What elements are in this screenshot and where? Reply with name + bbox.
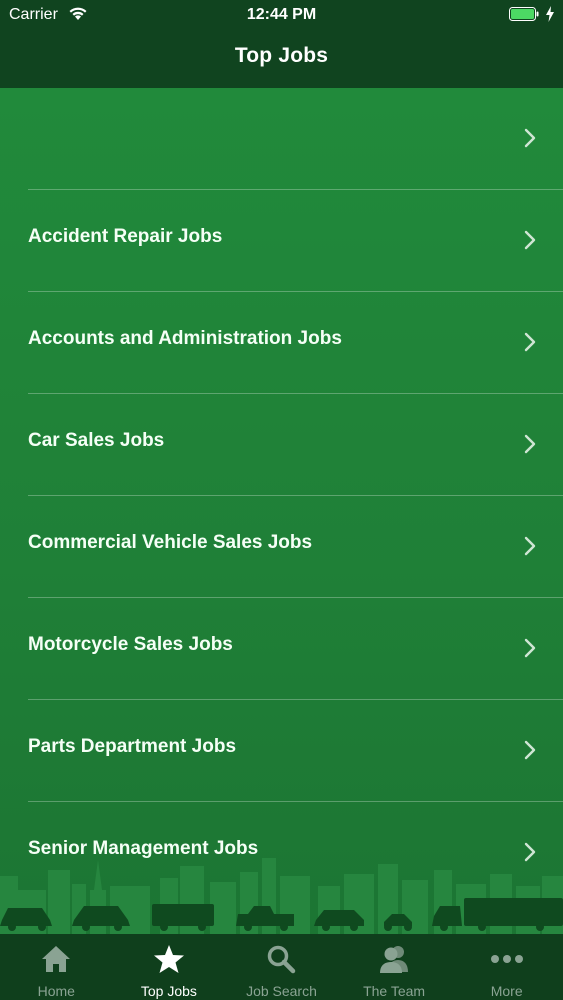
- list-item-motorcycle-sales[interactable]: Motorcycle Sales Jobs: [0, 598, 563, 700]
- list-item-accounts-administration[interactable]: Accounts and Administration Jobs: [0, 292, 563, 394]
- list-item-label: Parts Department Jobs: [28, 736, 237, 757]
- list-item-label: Senior Management Jobs: [28, 838, 259, 859]
- people-icon: [380, 946, 409, 973]
- tab-label: The Team: [363, 983, 426, 999]
- list-item-parts-department[interactable]: Parts Department Jobs: [0, 700, 563, 802]
- list-item-accident-repair[interactable]: Accident Repair Jobs: [0, 190, 563, 292]
- list-item-car-sales[interactable]: Car Sales Jobs: [0, 394, 563, 496]
- tab-label: More: [490, 983, 523, 999]
- list-item-label: Commercial Vehicle Sales Jobs: [28, 532, 313, 553]
- chevron-right-icon: [524, 230, 536, 250]
- home-icon: [42, 946, 71, 972]
- chevron-right-icon: [524, 434, 536, 454]
- chevron-right-icon: [524, 332, 536, 352]
- tab-label: Top Jobs: [140, 983, 197, 999]
- tab-home[interactable]: Home: [0, 934, 113, 1000]
- tab-more[interactable]: More: [450, 934, 563, 1000]
- chevron-right-icon: [524, 842, 536, 862]
- search-icon: [268, 945, 296, 974]
- tab-label: Home: [37, 983, 75, 999]
- list-item-senior-management[interactable]: Senior Management Jobs: [0, 802, 563, 904]
- chevron-right-icon: [524, 128, 536, 148]
- chevron-right-icon: [524, 638, 536, 658]
- tab-the-team[interactable]: The Team: [338, 934, 451, 1000]
- navigation-bar: Carrier 12:44 PM Top Jobs: [0, 0, 563, 88]
- list-item-label: Accident Repair Jobs: [28, 226, 223, 247]
- tab-bar: Home Top Jobs Job Search The Team More: [0, 934, 563, 1000]
- page-title: Top Jobs: [234, 44, 329, 67]
- tab-job-search[interactable]: Job Search: [225, 934, 338, 1000]
- status-time: 12:44 PM: [246, 6, 317, 23]
- chevron-right-icon: [524, 740, 536, 760]
- charging-icon: [546, 6, 554, 22]
- list-item-label: Car Sales Jobs: [28, 430, 165, 451]
- list-item-label: Motorcycle Sales Jobs: [28, 634, 233, 655]
- list-item-label: Accounts and Administration Jobs: [28, 328, 342, 349]
- chevron-right-icon: [524, 536, 536, 556]
- status-bar: Carrier 12:44 PM: [0, 0, 563, 30]
- battery-icon: [509, 7, 539, 21]
- list-item-commercial-vehicle-sales[interactable]: Commercial Vehicle Sales Jobs: [0, 496, 563, 598]
- list-item-0[interactable]: [0, 88, 563, 190]
- tab-label: Job Search: [246, 983, 317, 999]
- star-icon: [153, 945, 184, 973]
- job-category-list: Accident Repair Jobs Accounts and Admini…: [0, 88, 563, 934]
- more-icon: [490, 955, 523, 963]
- tab-top-jobs[interactable]: Top Jobs: [113, 934, 226, 1000]
